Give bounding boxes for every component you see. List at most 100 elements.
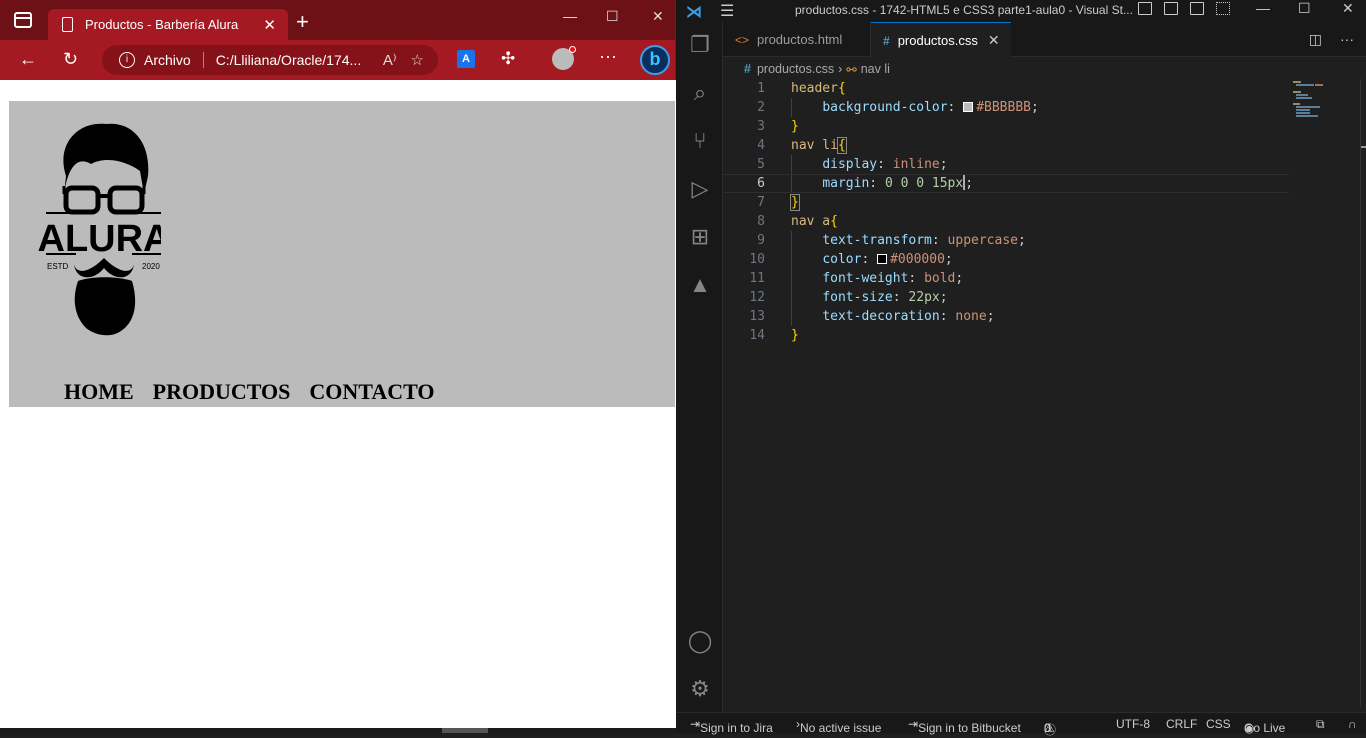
maximize-button[interactable]: ☐ <box>606 8 619 25</box>
nav-link-home[interactable]: Home <box>64 379 134 405</box>
tab-label: productos.html <box>757 32 843 47</box>
code-line: 8 nav a{ <box>723 212 1289 231</box>
color-swatch[interactable] <box>963 102 974 112</box>
horizontal-scrollbar[interactable] <box>0 728 676 733</box>
editor-scrollbar[interactable] <box>1360 79 1366 707</box>
new-tab-button[interactable]: + <box>296 9 309 35</box>
breadcrumb-symbol[interactable]: nav li <box>861 62 890 76</box>
line-number: 1 <box>757 81 765 96</box>
accounts-icon[interactable]: ◯ <box>687 628 713 654</box>
address-separator <box>202 52 204 68</box>
minimap-line <box>1296 94 1308 96</box>
tab-productos-css[interactable]: # productos.css ✕ <box>871 22 1011 58</box>
toggle-panel-icon[interactable] <box>1164 2 1178 15</box>
extensions-icon[interactable]: ⊞ <box>687 224 713 250</box>
scrollbar-cursor-marker <box>1361 146 1366 148</box>
minimize-button[interactable]: — <box>563 8 577 24</box>
close-window-button[interactable]: ✕ <box>652 8 664 25</box>
minimap-line <box>1315 84 1323 86</box>
nav-link-contacto[interactable]: Contacto <box>309 379 434 405</box>
vscode-maximize-button[interactable]: ☐ <box>1298 0 1311 17</box>
line-number: 12 <box>749 290 765 305</box>
line-number: 13 <box>749 309 765 324</box>
settings-gear-icon[interactable]: ⚙ <box>687 676 713 702</box>
address-bar[interactable]: i Archivo C:/Lliliana/Oracle/174... A⁾ ☆ <box>102 45 438 75</box>
more-actions-icon[interactable]: ··· <box>1340 31 1354 48</box>
css-property: margin <box>822 176 870 191</box>
close-tab-icon[interactable]: ✕ <box>263 16 276 34</box>
info-icon[interactable]: i <box>119 52 135 68</box>
close-tab-icon[interactable]: ✕ <box>988 32 1000 49</box>
more-options-icon[interactable]: ··· <box>599 46 617 67</box>
add-favorite-icon[interactable]: ☆ <box>411 51 424 69</box>
minimap[interactable] <box>1289 79 1359 159</box>
color-swatch[interactable] <box>877 254 888 264</box>
bing-chat-icon[interactable]: b <box>640 45 670 75</box>
minimap-line <box>1296 112 1310 114</box>
feedback-icon[interactable]: ⧉ <box>1316 717 1325 732</box>
line-number: 14 <box>749 328 765 343</box>
tab-productos-html[interactable]: <> productos.html <box>723 22 871 57</box>
browser-tab-title: Productos - Barbería Alura <box>85 17 239 32</box>
status-eol[interactable]: CRLF <box>1166 717 1197 731</box>
minimap-line <box>1296 109 1310 111</box>
css-selector: nav li <box>791 138 838 153</box>
profile-avatar[interactable] <box>552 46 576 70</box>
atlassian-icon[interactable]: ▲ <box>687 272 713 298</box>
split-editor-icon[interactable]: ◫ <box>1309 31 1322 48</box>
line-number: 6 <box>757 176 765 191</box>
css-value: 0 0 0 15px <box>884 176 964 191</box>
scrollbar-thumb[interactable] <box>442 728 488 733</box>
back-arrow-icon[interactable]: ← <box>19 49 37 70</box>
minimap-line <box>1296 97 1312 99</box>
scheme-label: Archivo <box>144 52 191 68</box>
line-number: 4 <box>757 138 765 153</box>
line-number: 2 <box>757 100 765 115</box>
status-bitbucket[interactable]: ⇥ Sign in to Bitbucket <box>908 717 1021 735</box>
window-title: productos.css - 1742-HTML5 e CSS3 parte1… <box>795 3 1133 17</box>
search-icon[interactable]: ⌕ <box>687 80 713 106</box>
vscode-logo-icon: ⋊ <box>686 4 702 21</box>
html-file-icon: <> <box>735 32 750 47</box>
line-number: 10 <box>749 252 765 267</box>
toggle-primary-sidebar-icon[interactable] <box>1138 2 1152 15</box>
code-editor[interactable]: 1 header{ 2 background-color: #BBBBBB; 3}… <box>723 79 1289 707</box>
code-line: 5 display: inline; <box>723 155 1289 174</box>
css-value: #BBBBBB <box>976 100 1031 115</box>
css-property: text-decoration <box>822 309 940 324</box>
notification-dot <box>569 46 576 53</box>
toggle-secondary-sidebar-icon[interactable] <box>1190 2 1204 15</box>
read-aloud-icon[interactable]: A⁾ <box>383 51 397 69</box>
run-debug-icon[interactable]: ▷ <box>687 176 713 202</box>
source-control-icon[interactable]: ⑂ <box>687 128 713 154</box>
status-language[interactable]: CSS <box>1206 717 1231 731</box>
browser-toolbar: ← ↻ i Archivo C:/Lliliana/Oracle/174... … <box>0 40 675 80</box>
explorer-icon[interactable]: ❐ <box>687 32 713 58</box>
status-encoding[interactable]: UTF-8 <box>1116 717 1150 731</box>
vscode-close-button[interactable]: ✕ <box>1342 0 1354 17</box>
code-line-current: 6 margin: 0 0 0 15px; <box>723 174 1289 193</box>
code-line: 12 font-size: 22px; <box>723 288 1289 307</box>
translate-icon[interactable]: A <box>457 50 475 68</box>
tab-actions-icon[interactable] <box>14 12 32 28</box>
nav-link-productos[interactable]: Productos <box>153 379 291 405</box>
minimap-line <box>1293 91 1301 93</box>
breadcrumb-file[interactable]: productos.css <box>757 62 834 76</box>
extensions-icon[interactable]: ✣ <box>501 49 515 69</box>
code-line: 11 font-weight: bold; <box>723 269 1289 288</box>
notifications-bell-icon[interactable]: ∩ <box>1348 717 1357 731</box>
breadcrumb: # productos.css › ⚯ nav li <box>723 58 890 80</box>
customize-layout-icon[interactable] <box>1216 2 1230 15</box>
editor-actions: ◫ ··· <box>1309 31 1354 48</box>
status-issue[interactable]: › No active issue <box>796 717 881 735</box>
code-line: 10 color: #000000; <box>723 250 1289 269</box>
vscode-minimize-button[interactable]: — <box>1256 0 1270 16</box>
status-jira[interactable]: ⇥ Sign in to Jira <box>690 717 773 735</box>
refresh-icon[interactable]: ↻ <box>63 49 78 70</box>
line-number: 11 <box>749 271 765 286</box>
menu-hamburger-icon[interactable]: ☰ <box>720 1 734 21</box>
url-text[interactable]: C:/Lliliana/Oracle/174... <box>216 52 383 68</box>
browser-tab-active[interactable]: Productos - Barbería Alura ✕ <box>48 9 288 40</box>
css-property: background-color <box>822 100 948 115</box>
site-nav: Home Productos Contacto <box>64 379 454 405</box>
